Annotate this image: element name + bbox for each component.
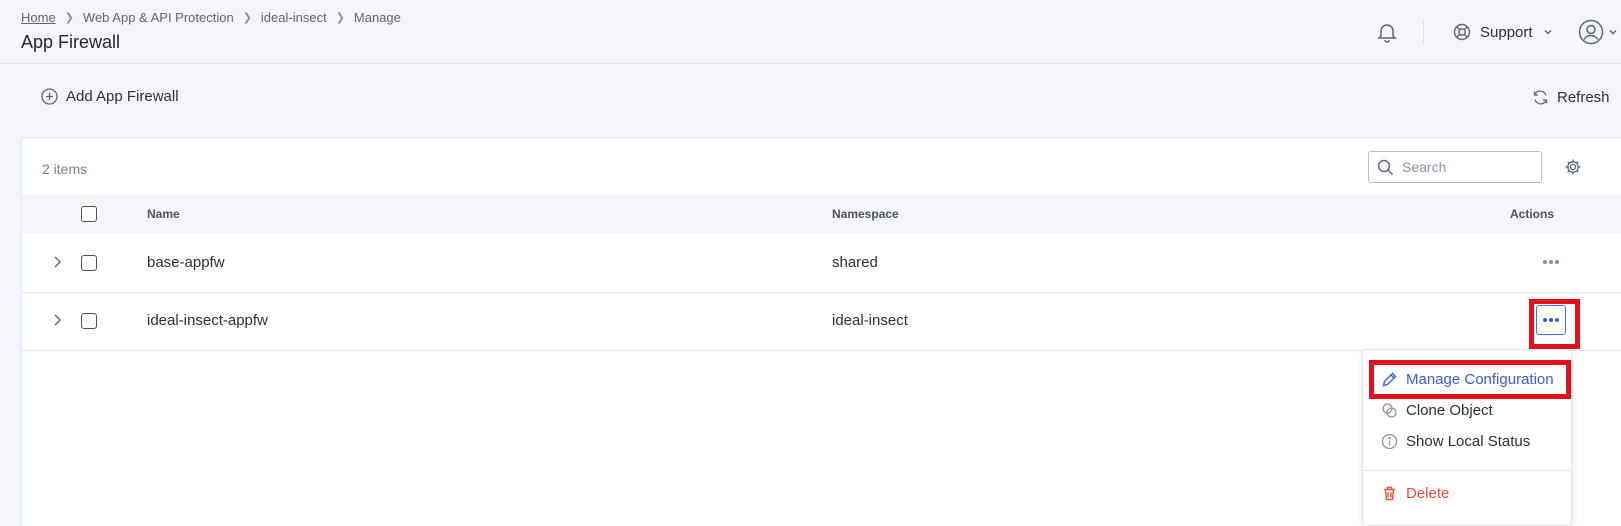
column-namespace[interactable]: Namespace [832,207,899,221]
manage-configuration-label: Manage Configuration [1406,370,1554,388]
chevron-right-icon[interactable] [52,255,62,273]
column-name[interactable]: Name [147,207,180,221]
table-row: ideal-insect-appfw ideal-insect [22,291,1621,351]
row-actions-button[interactable] [1536,247,1566,277]
breadcrumb-manage: Manage [353,10,401,25]
chevron-right-icon: ❯ [242,12,252,24]
column-actions: Actions [1510,207,1555,221]
search-placeholder: Search [1402,159,1447,175]
user-menu[interactable] [1578,19,1618,45]
clone-object-label: Clone Object [1406,401,1493,419]
add-app-firewall-label: Add App Firewall [66,88,179,105]
item-count: 2 items [42,161,88,177]
manage-configuration-item[interactable]: Manage Configuration [1381,368,1554,390]
trash-icon [1384,486,1395,500]
refresh-icon [1533,90,1548,105]
actions-dropdown-menu: Manage Configuration Clone Object Show L… [1362,349,1572,526]
row-actions-button[interactable] [1536,305,1566,335]
row-name[interactable]: base-appfw [147,254,225,271]
row-name[interactable]: ideal-insect-appfw [147,312,268,329]
row-namespace: ideal-insect [832,312,908,329]
refresh-button[interactable]: Refresh [1532,89,1610,106]
show-local-status-item[interactable]: Show Local Status [1381,430,1530,452]
page-header: Home ❯ Web App & API Protection ❯ ideal-… [0,0,1621,64]
menu-divider [1363,470,1571,471]
row-checkbox[interactable] [81,255,97,271]
refresh-label: Refresh [1557,89,1610,106]
search-icon [1377,159,1394,175]
gear-icon[interactable] [1564,158,1582,181]
table-header: Name Namespace Actions [22,195,1621,233]
chevron-right-icon: ❯ [335,12,345,24]
plus-circle-icon [41,88,58,105]
breadcrumb: Home ❯ Web App & API Protection ❯ ideal-… [21,10,401,25]
show-local-status-label: Show Local Status [1406,432,1531,450]
header-divider [1423,20,1424,44]
lifebuoy-icon [1453,23,1471,41]
info-icon [1381,433,1398,449]
add-app-firewall-button[interactable]: Add App Firewall [41,88,179,105]
clone-icon [1382,402,1397,418]
select-all-checkbox[interactable] [81,206,97,222]
breadcrumb-web-app[interactable]: Web App & API Protection [83,10,234,25]
page-title: App Firewall [21,32,121,52]
support-menu[interactable]: Support [1453,20,1562,44]
row-namespace: shared [832,254,878,271]
delete-item[interactable]: Delete [1381,482,1449,504]
chevron-down-icon [1609,30,1617,35]
breadcrumb-namespace[interactable]: ideal-insect [261,10,327,25]
breadcrumb-home[interactable]: Home [21,10,56,25]
bell-icon[interactable] [1375,20,1399,44]
support-label: Support [1480,23,1533,41]
clone-object-item[interactable]: Clone Object [1381,399,1493,421]
chevron-right-icon[interactable] [52,313,62,331]
more-horizontal-icon [1543,260,1559,264]
chevron-right-icon: ❯ [64,12,74,24]
chevron-down-icon [1544,30,1552,35]
search-input[interactable]: Search [1368,151,1542,183]
table-row: base-appfw shared [22,233,1621,293]
row-checkbox[interactable] [81,313,97,329]
more-horizontal-icon [1543,318,1559,322]
user-avatar-icon [1578,19,1604,45]
pencil-icon [1382,372,1397,386]
delete-label: Delete [1406,484,1450,502]
